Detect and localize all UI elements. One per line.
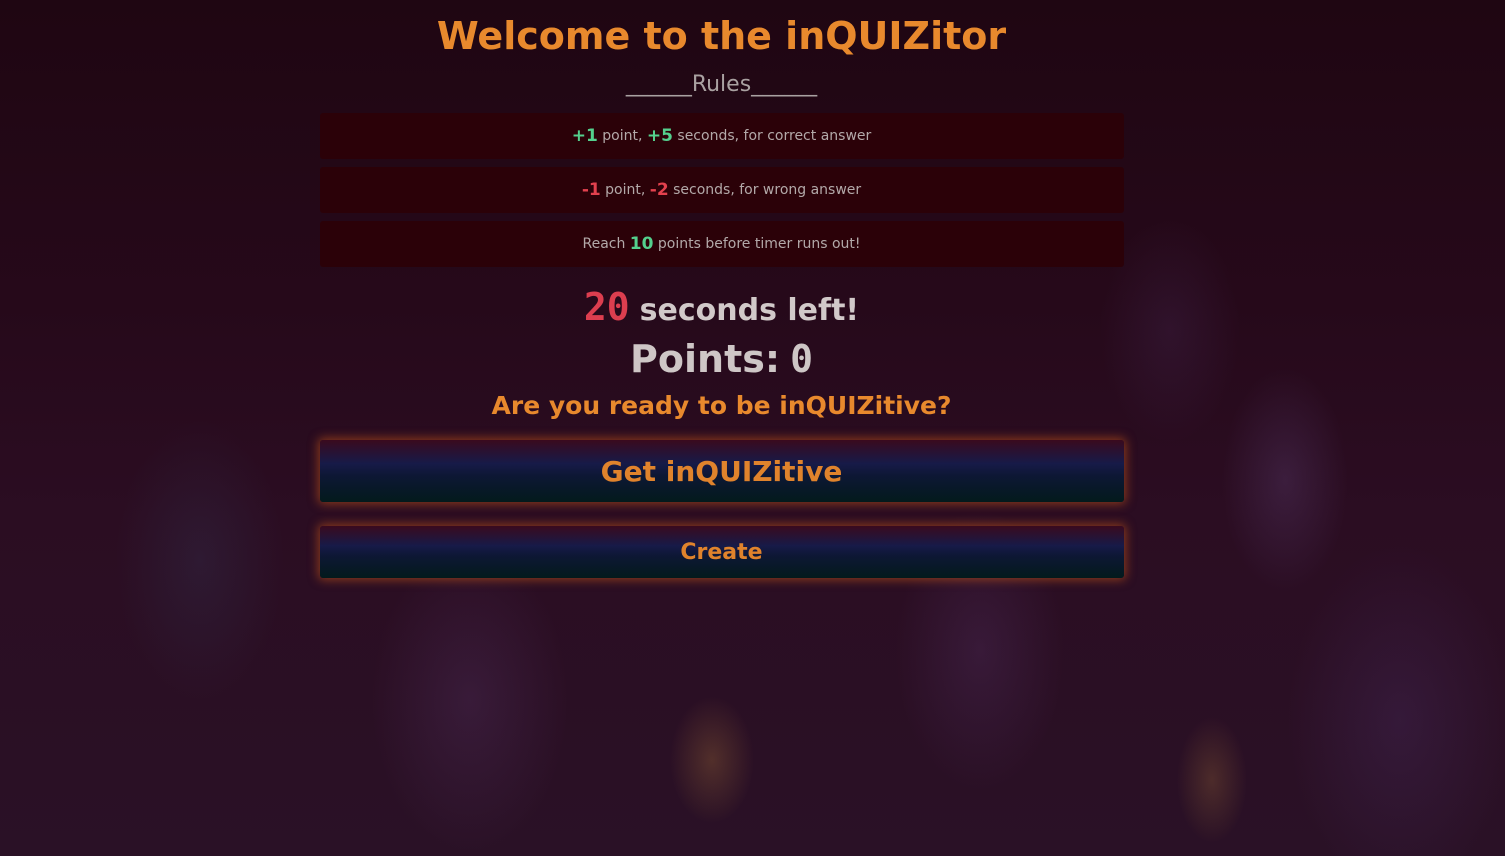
rule-correct-answer: +1 point, +5 seconds, for correct answer [319, 113, 1124, 159]
points-value: 0 [790, 337, 813, 381]
main-container: Welcome to the inQUIZitor ______Rules___… [0, 0, 1443, 578]
timer-display: 20 seconds left! [584, 285, 859, 329]
rule-wrong-answer: -1 point, -2 seconds, for wrong answer [319, 167, 1124, 213]
rule-1-text-b: seconds, for correct answer [672, 128, 872, 144]
create-button[interactable]: Create [319, 526, 1124, 578]
rule-3-text-b: points before timer runs out! [653, 236, 861, 252]
rule-3-text-a: Reach [582, 236, 630, 252]
rule-1-points-value: +1 [571, 126, 598, 146]
rule-2-points-value: -1 [581, 180, 601, 200]
rules-heading: ______Rules______ [625, 72, 818, 97]
points-display: Points: 0 [630, 337, 813, 381]
rule-1-seconds-value: +5 [646, 126, 673, 146]
points-label: Points: [630, 337, 781, 381]
rule-goal: Reach 10 points before timer runs out! [319, 221, 1124, 267]
ready-prompt: Are you ready to be inQUIZitive? [491, 391, 952, 420]
start-quiz-button[interactable]: Get inQUIZitive [319, 440, 1124, 502]
rule-3-goal-value: 10 [629, 234, 654, 254]
rule-2-text-b: seconds, for wrong answer [668, 182, 862, 198]
page-title: Welcome to the inQUIZitor [436, 14, 1007, 58]
rule-2-seconds-value: -2 [649, 180, 669, 200]
rule-2-text-a: point, [600, 182, 650, 198]
timer-seconds: 20 [583, 285, 630, 329]
rules-list: +1 point, +5 seconds, for correct answer… [319, 113, 1124, 267]
rule-1-text-a: point, [597, 128, 647, 144]
timer-label: seconds left! [639, 293, 860, 328]
